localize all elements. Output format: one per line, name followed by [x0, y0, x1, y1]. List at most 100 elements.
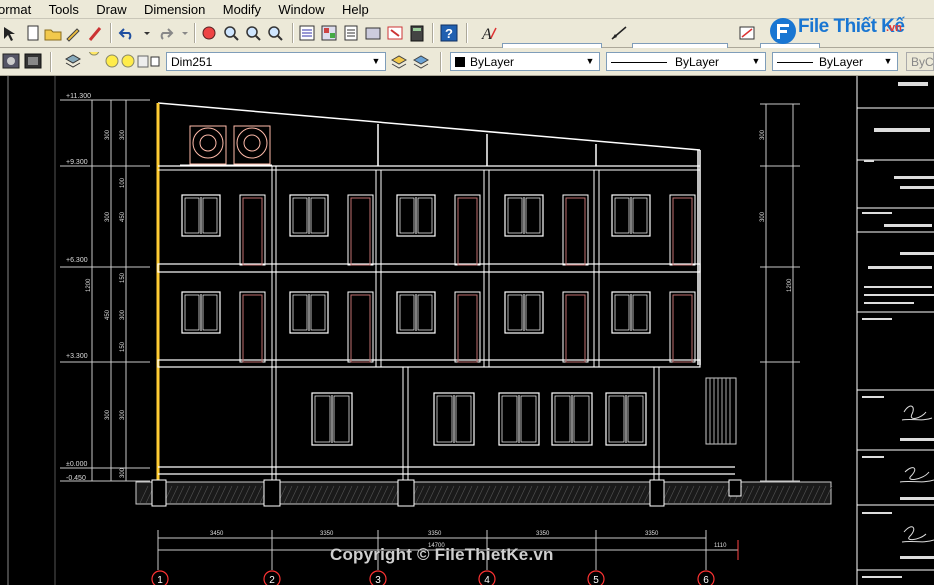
- door-leaf: [350, 197, 371, 266]
- window-pane: [399, 294, 415, 331]
- window-pane: [202, 294, 218, 331]
- workspace-icon[interactable]: [2, 52, 20, 70]
- elevation-drawing: +11.300 +9.300 +6.300 +3.300 ±0.000 -0.4…: [7, 76, 934, 585]
- layer-previous-icon[interactable]: [412, 52, 430, 70]
- linetype-preview: [611, 62, 667, 63]
- water-tank: [180, 125, 272, 166]
- linetype-select[interactable]: ByLayer ▼: [606, 52, 766, 71]
- dimension-style-icon[interactable]: [610, 24, 628, 42]
- elevation-label: +6.300: [66, 257, 88, 264]
- door-leaf: [672, 197, 693, 266]
- zoom-previous-icon[interactable]: [266, 24, 284, 42]
- grid-label: 1: [157, 575, 163, 585]
- cursor-icon[interactable]: [2, 24, 20, 42]
- quickcalc-icon[interactable]: [408, 24, 426, 42]
- undo-icon[interactable]: [118, 24, 136, 42]
- menu-modify[interactable]: Modify: [216, 0, 268, 18]
- layer-manager-icon[interactable]: [64, 52, 82, 70]
- dim-value: 300: [760, 129, 766, 140]
- site-logo: File Thiết Kế .vn: [768, 16, 934, 46]
- design-center-icon[interactable]: [320, 24, 338, 42]
- grid-label: 6: [703, 575, 709, 585]
- dim-value: 300: [120, 409, 126, 420]
- menu-window[interactable]: Window: [271, 0, 331, 18]
- window-pane: [525, 294, 541, 331]
- window-pane: [632, 294, 648, 331]
- elevation-label: ±0.000: [66, 461, 87, 468]
- door: [454, 291, 481, 363]
- window-pane: [632, 197, 648, 234]
- door: [239, 194, 266, 266]
- svg-text:A: A: [481, 26, 492, 42]
- lineweight-preview: [777, 62, 813, 63]
- make-layer-current-icon[interactable]: [390, 52, 408, 70]
- dim-value: 3450: [210, 531, 224, 537]
- right-dimension-chain: [760, 103, 800, 482]
- layer-select[interactable]: Dim251 ▼: [166, 52, 386, 71]
- layer-state-icons[interactable]: [88, 52, 174, 70]
- menu-dimension[interactable]: Dimension: [137, 0, 212, 18]
- window-pane: [202, 197, 218, 234]
- layout-icon[interactable]: [24, 52, 42, 70]
- grid-label: 3: [375, 575, 381, 585]
- window-pane: [184, 197, 200, 234]
- window-pane: [310, 197, 326, 234]
- redo-icon[interactable]: [156, 24, 174, 42]
- zoom-realtime-icon[interactable]: [222, 24, 240, 42]
- door: [669, 194, 696, 266]
- window-pane: [573, 395, 590, 443]
- color-swatch: [455, 57, 465, 67]
- door: [669, 291, 696, 363]
- menu-format[interactable]: ormat: [0, 0, 38, 18]
- window-pane: [614, 197, 630, 234]
- pencil-icon[interactable]: [64, 24, 82, 42]
- text-style-icon[interactable]: A: [480, 24, 498, 42]
- redo-dropdown-icon[interactable]: [180, 24, 190, 42]
- plot-style-select[interactable]: ByC: [906, 52, 934, 71]
- toolbar-separator: [432, 23, 434, 43]
- dim-value: 3350: [320, 531, 334, 537]
- dim-value: 100: [120, 177, 126, 188]
- brush-icon[interactable]: [86, 24, 104, 42]
- window-pane: [520, 395, 537, 443]
- properties-icon[interactable]: [298, 24, 316, 42]
- color-select[interactable]: ByLayer ▼: [450, 52, 600, 71]
- windows-layer: [181, 194, 696, 446]
- door: [562, 194, 589, 266]
- door-leaf: [350, 294, 371, 363]
- menu-draw[interactable]: Draw: [89, 0, 133, 18]
- grid-label: 2: [269, 575, 275, 585]
- open-folder-icon[interactable]: [44, 24, 62, 42]
- chevron-down-icon: ▼: [371, 56, 381, 66]
- window-pane: [608, 395, 625, 443]
- zoom-window-icon[interactable]: [244, 24, 262, 42]
- door-leaf: [565, 294, 586, 363]
- lineweight-select[interactable]: ByLayer ▼: [772, 52, 898, 71]
- new-file-icon[interactable]: [24, 24, 42, 42]
- tool-palettes-icon[interactable]: [342, 24, 360, 42]
- door-leaf: [457, 294, 478, 363]
- table-style-icon[interactable]: [738, 24, 756, 42]
- undo-dropdown-icon[interactable]: [142, 24, 152, 42]
- window-pane: [292, 197, 308, 234]
- dim-value: 300: [760, 211, 766, 222]
- menu-tools[interactable]: Tools: [42, 0, 86, 18]
- logo-suffix: .vn: [886, 22, 902, 34]
- dim-value: 300: [120, 309, 126, 320]
- sheet-set-icon[interactable]: [364, 24, 382, 42]
- drawing-canvas[interactable]: +11.300 +9.300 +6.300 +3.300 ±0.000 -0.4…: [0, 76, 934, 585]
- toolbar-separator: [466, 23, 468, 43]
- dim-value: 3350: [645, 531, 659, 537]
- window-pane: [436, 395, 453, 443]
- menu-help[interactable]: Help: [335, 0, 376, 18]
- door-leaf: [242, 197, 263, 266]
- dim-value: 3350: [536, 531, 550, 537]
- window-pane: [501, 395, 518, 443]
- help-icon[interactable]: ?: [440, 24, 458, 42]
- logo-icon: [770, 18, 796, 44]
- dim-value: 450: [120, 211, 126, 222]
- pan-icon[interactable]: [200, 24, 218, 42]
- dim-value: 300: [105, 211, 111, 222]
- dim-value: 1110: [714, 543, 727, 549]
- markup-icon[interactable]: [386, 24, 404, 42]
